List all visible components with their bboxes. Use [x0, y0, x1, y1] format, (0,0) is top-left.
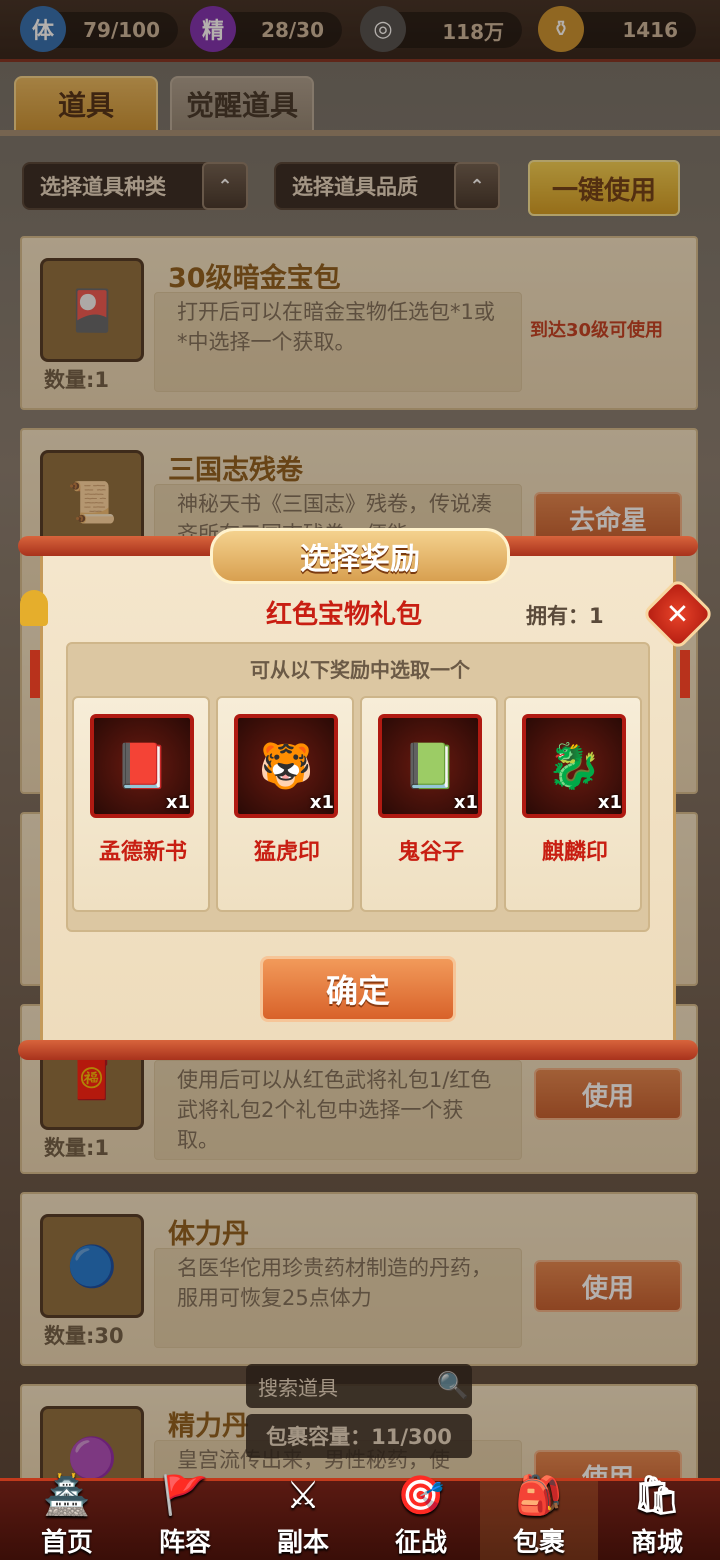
reward-count: x1 [597, 792, 622, 813]
nav-label: 首页 [40, 1528, 93, 1558]
choice-hint: 可从以下奖励中选取一个 [250, 658, 470, 682]
gift-title: 红色宝物礼包 [266, 600, 423, 630]
bag-icon: 🎒 [515, 1472, 563, 1517]
castle-icon: 🏯 [43, 1472, 91, 1517]
nav-label: 征战 [394, 1528, 447, 1558]
reward-count: x1 [453, 792, 478, 813]
nav-bag[interactable]: 🎒 包裹 [480, 1473, 598, 1560]
bottom-nav: 🏯 首页 🚩 阵容 ⚔ 副本 🎯 征战 🎒 包裹 🛍 商城 [0, 1473, 720, 1560]
reward-name: 麒麟印 [541, 840, 608, 865]
nav-campaign[interactable]: 🎯 征战 [362, 1473, 480, 1560]
reward-count: x1 [309, 792, 334, 813]
nav-dungeon[interactable]: ⚔ 副本 [244, 1473, 362, 1560]
nav-home[interactable]: 🏯 首页 [8, 1473, 126, 1560]
reward-option[interactable]: 📕 x1 孟德新书 [72, 696, 210, 912]
nav-label: 阵容 [158, 1528, 211, 1558]
nav-lineup[interactable]: 🚩 阵容 [126, 1473, 244, 1560]
reward-option[interactable]: 🐉 x1 麒麟印 [504, 696, 642, 912]
banner-icon: 🚩 [161, 1472, 209, 1517]
reward-count: x1 [165, 792, 190, 813]
reward-option[interactable]: 🐯 x1 猛虎印 [216, 696, 354, 912]
nav-label: 包裹 [512, 1528, 565, 1558]
reward-name: 猛虎印 [253, 840, 320, 865]
reward-name: 鬼谷子 [397, 840, 464, 865]
owned-count: 拥有：1 [526, 604, 604, 628]
target-icon: 🎯 [397, 1472, 445, 1517]
dialog-title: 选择奖励 [210, 528, 510, 584]
reward-name: 孟德新书 [98, 840, 187, 865]
confirm-button[interactable]: 确定 [260, 956, 456, 1022]
nav-label: 商城 [630, 1528, 683, 1558]
swords-icon: ⚔ [285, 1473, 321, 1517]
dialog-bottom-rod [18, 1040, 698, 1060]
nav-shop[interactable]: 🛍 商城 [598, 1473, 716, 1560]
bell-icon [20, 590, 48, 626]
close-icon: ✕ [666, 597, 690, 631]
shop-icon: 🛍 [632, 1472, 682, 1517]
reward-option[interactable]: 📗 x1 鬼谷子 [360, 696, 498, 912]
nav-label: 副本 [276, 1528, 329, 1558]
